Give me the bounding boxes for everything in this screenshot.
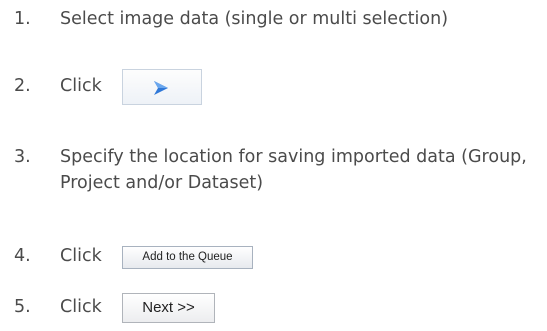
step-3: 3. Specify the location for saving import… <box>14 144 540 196</box>
step-number: 2. <box>14 76 31 96</box>
chevron-right-icon <box>154 81 168 95</box>
step-5: 5. Click <box>14 294 102 320</box>
step-text: Specify the location for saving imported… <box>60 147 527 193</box>
step-number: 1. <box>14 9 31 29</box>
step-text: Click <box>60 76 102 96</box>
step-text: Click <box>60 297 102 317</box>
step-text: Click <box>60 246 102 266</box>
step-1: 1. Select image data (single or multi sel… <box>14 6 448 32</box>
step-number: 5. <box>14 297 31 317</box>
step-text: Select image data (single or multi selec… <box>60 9 449 29</box>
step-2: 2. Click <box>14 73 102 99</box>
move-right-button[interactable] <box>122 69 202 105</box>
add-to-queue-button[interactable]: Add to the Queue <box>122 246 253 269</box>
step-4: 4. Click <box>14 243 102 269</box>
step-number: 4. <box>14 246 31 266</box>
next-button[interactable]: Next >> <box>122 293 215 323</box>
step-number: 3. <box>14 147 31 167</box>
